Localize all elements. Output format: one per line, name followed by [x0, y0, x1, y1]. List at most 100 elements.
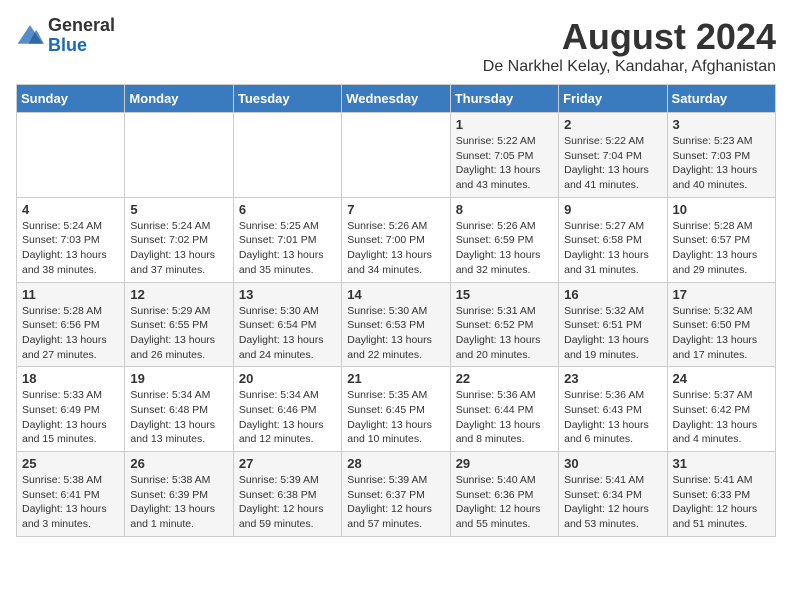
day-number: 11: [22, 287, 119, 302]
page-title: August 2024: [483, 16, 776, 58]
calendar-cell: 7 Sunrise: 5:26 AM Sunset: 7:00 PM Daylig…: [342, 197, 450, 282]
weekday-monday: Monday: [125, 85, 233, 113]
day-number: 31: [673, 456, 770, 471]
calendar-cell: 31 Sunrise: 5:41 AM Sunset: 6:33 PM Dayli…: [667, 452, 775, 537]
day-number: 14: [347, 287, 444, 302]
day-number: 12: [130, 287, 227, 302]
day-info: Sunrise: 5:26 AM Sunset: 6:59 PM Dayligh…: [456, 219, 553, 278]
calendar-cell: 1 Sunrise: 5:22 AM Sunset: 7:05 PM Daylig…: [450, 113, 558, 198]
day-number: 28: [347, 456, 444, 471]
day-info: Sunrise: 5:38 AM Sunset: 6:41 PM Dayligh…: [22, 473, 119, 532]
day-info: Sunrise: 5:22 AM Sunset: 7:05 PM Dayligh…: [456, 134, 553, 193]
day-info: Sunrise: 5:34 AM Sunset: 6:46 PM Dayligh…: [239, 388, 336, 447]
calendar-cell: 4Sunrise: 5:24 AM Sunset: 7:03 PM Daylig…: [17, 197, 125, 282]
day-info: Sunrise: 5:38 AM Sunset: 6:39 PM Dayligh…: [130, 473, 227, 532]
day-info: Sunrise: 5:37 AM Sunset: 6:42 PM Dayligh…: [673, 388, 770, 447]
page-subtitle: De Narkhel Kelay, Kandahar, Afghanistan: [483, 58, 776, 76]
calendar-cell: [342, 113, 450, 198]
logo-blue-text: Blue: [48, 35, 87, 55]
day-number: 17: [673, 287, 770, 302]
calendar-cell: 3 Sunrise: 5:23 AM Sunset: 7:03 PM Daylig…: [667, 113, 775, 198]
day-number: 5: [130, 202, 227, 217]
day-info: Sunrise: 5:41 AM Sunset: 6:33 PM Dayligh…: [673, 473, 770, 532]
day-number: 9: [564, 202, 661, 217]
day-info: Sunrise: 5:28 AM Sunset: 6:56 PM Dayligh…: [22, 304, 119, 363]
day-info: Sunrise: 5:36 AM Sunset: 6:43 PM Dayligh…: [564, 388, 661, 447]
calendar-cell: 17Sunrise: 5:32 AM Sunset: 6:50 PM Dayli…: [667, 282, 775, 367]
calendar-cell: 11 Sunrise: 5:28 AM Sunset: 6:56 PM Dayli…: [17, 282, 125, 367]
day-info: Sunrise: 5:22 AM Sunset: 7:04 PM Dayligh…: [564, 134, 661, 193]
calendar-cell: 25Sunrise: 5:38 AM Sunset: 6:41 PM Dayli…: [17, 452, 125, 537]
calendar-cell: 6 Sunrise: 5:25 AM Sunset: 7:01 PM Daylig…: [233, 197, 341, 282]
day-info: Sunrise: 5:36 AM Sunset: 6:44 PM Dayligh…: [456, 388, 553, 447]
day-info: Sunrise: 5:25 AM Sunset: 7:01 PM Dayligh…: [239, 219, 336, 278]
day-number: 23: [564, 371, 661, 386]
calendar-cell: [233, 113, 341, 198]
day-info: Sunrise: 5:23 AM Sunset: 7:03 PM Dayligh…: [673, 134, 770, 193]
day-number: 18: [22, 371, 119, 386]
week-row-3: 11 Sunrise: 5:28 AM Sunset: 6:56 PM Dayli…: [17, 282, 776, 367]
week-row-4: 18 Sunrise: 5:33 AM Sunset: 6:49 PM Dayli…: [17, 367, 776, 452]
day-number: 1: [456, 117, 553, 132]
weekday-row: SundayMondayTuesdayWednesdayThursdayFrid…: [17, 85, 776, 113]
day-number: 6: [239, 202, 336, 217]
calendar-cell: 10Sunrise: 5:28 AM Sunset: 6:57 PM Dayli…: [667, 197, 775, 282]
weekday-sunday: Sunday: [17, 85, 125, 113]
day-number: 27: [239, 456, 336, 471]
calendar-cell: 20 Sunrise: 5:34 AM Sunset: 6:46 PM Dayli…: [233, 367, 341, 452]
day-number: 19: [130, 371, 227, 386]
day-info: Sunrise: 5:27 AM Sunset: 6:58 PM Dayligh…: [564, 219, 661, 278]
day-number: 15: [456, 287, 553, 302]
day-info: Sunrise: 5:39 AM Sunset: 6:37 PM Dayligh…: [347, 473, 444, 532]
weekday-tuesday: Tuesday: [233, 85, 341, 113]
logo: General Blue: [16, 16, 115, 56]
calendar-cell: 29Sunrise: 5:40 AM Sunset: 6:36 PM Dayli…: [450, 452, 558, 537]
calendar-header: SundayMondayTuesdayWednesdayThursdayFrid…: [17, 85, 776, 113]
day-info: Sunrise: 5:26 AM Sunset: 7:00 PM Dayligh…: [347, 219, 444, 278]
weekday-thursday: Thursday: [450, 85, 558, 113]
day-info: Sunrise: 5:28 AM Sunset: 6:57 PM Dayligh…: [673, 219, 770, 278]
week-row-1: 1 Sunrise: 5:22 AM Sunset: 7:05 PM Daylig…: [17, 113, 776, 198]
calendar-cell: 18 Sunrise: 5:33 AM Sunset: 6:49 PM Dayli…: [17, 367, 125, 452]
day-number: 3: [673, 117, 770, 132]
calendar-cell: 8 Sunrise: 5:26 AM Sunset: 6:59 PM Daylig…: [450, 197, 558, 282]
weekday-wednesday: Wednesday: [342, 85, 450, 113]
calendar-cell: 12 Sunrise: 5:29 AM Sunset: 6:55 PM Dayli…: [125, 282, 233, 367]
calendar-cell: 2 Sunrise: 5:22 AM Sunset: 7:04 PM Daylig…: [559, 113, 667, 198]
calendar-cell: [17, 113, 125, 198]
day-info: Sunrise: 5:35 AM Sunset: 6:45 PM Dayligh…: [347, 388, 444, 447]
day-number: 24: [673, 371, 770, 386]
day-info: Sunrise: 5:33 AM Sunset: 6:49 PM Dayligh…: [22, 388, 119, 447]
title-block: August 2024 De Narkhel Kelay, Kandahar, …: [483, 16, 776, 76]
week-row-2: 4Sunrise: 5:24 AM Sunset: 7:03 PM Daylig…: [17, 197, 776, 282]
day-number: 29: [456, 456, 553, 471]
day-number: 7: [347, 202, 444, 217]
calendar-cell: 5 Sunrise: 5:24 AM Sunset: 7:02 PM Daylig…: [125, 197, 233, 282]
day-info: Sunrise: 5:24 AM Sunset: 7:03 PM Dayligh…: [22, 219, 119, 278]
day-info: Sunrise: 5:41 AM Sunset: 6:34 PM Dayligh…: [564, 473, 661, 532]
calendar-cell: 24 Sunrise: 5:37 AM Sunset: 6:42 PM Dayli…: [667, 367, 775, 452]
week-row-5: 25Sunrise: 5:38 AM Sunset: 6:41 PM Dayli…: [17, 452, 776, 537]
calendar-cell: 13Sunrise: 5:30 AM Sunset: 6:54 PM Dayli…: [233, 282, 341, 367]
calendar-cell: 15Sunrise: 5:31 AM Sunset: 6:52 PM Dayli…: [450, 282, 558, 367]
weekday-saturday: Saturday: [667, 85, 775, 113]
calendar-cell: 23 Sunrise: 5:36 AM Sunset: 6:43 PM Dayli…: [559, 367, 667, 452]
calendar-cell: 16Sunrise: 5:32 AM Sunset: 6:51 PM Dayli…: [559, 282, 667, 367]
calendar-cell: 27Sunrise: 5:39 AM Sunset: 6:38 PM Dayli…: [233, 452, 341, 537]
calendar-cell: 28 Sunrise: 5:39 AM Sunset: 6:37 PM Dayli…: [342, 452, 450, 537]
day-number: 21: [347, 371, 444, 386]
day-number: 2: [564, 117, 661, 132]
day-number: 26: [130, 456, 227, 471]
day-number: 16: [564, 287, 661, 302]
day-info: Sunrise: 5:30 AM Sunset: 6:54 PM Dayligh…: [239, 304, 336, 363]
day-number: 20: [239, 371, 336, 386]
day-info: Sunrise: 5:24 AM Sunset: 7:02 PM Dayligh…: [130, 219, 227, 278]
calendar-cell: 30Sunrise: 5:41 AM Sunset: 6:34 PM Dayli…: [559, 452, 667, 537]
logo-general-text: General: [48, 15, 115, 35]
weekday-friday: Friday: [559, 85, 667, 113]
calendar-cell: 9 Sunrise: 5:27 AM Sunset: 6:58 PM Daylig…: [559, 197, 667, 282]
calendar-cell: [125, 113, 233, 198]
day-info: Sunrise: 5:29 AM Sunset: 6:55 PM Dayligh…: [130, 304, 227, 363]
calendar-cell: 14Sunrise: 5:30 AM Sunset: 6:53 PM Dayli…: [342, 282, 450, 367]
day-number: 8: [456, 202, 553, 217]
